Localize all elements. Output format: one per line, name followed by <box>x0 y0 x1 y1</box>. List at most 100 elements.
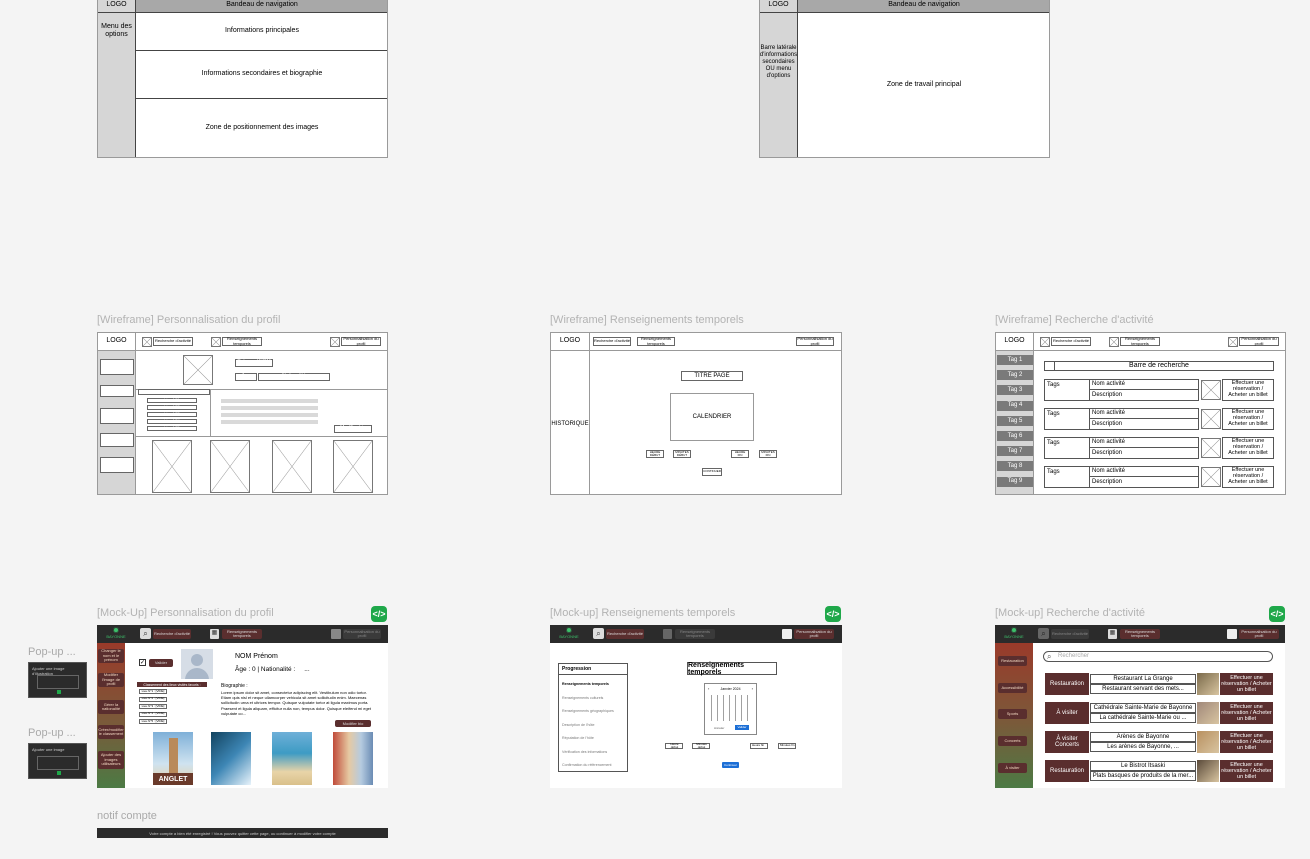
prev-month-icon[interactable]: ‹ <box>708 686 709 691</box>
tag-button[interactable]: Tag 7 <box>997 446 1033 457</box>
nav-button-profile[interactable]: Personnalisation du profil <box>1239 629 1279 639</box>
booking-button[interactable]: Effectuer une réservation / Acheter un b… <box>1222 379 1274 401</box>
nav-button-temporal[interactable]: Renseignements temporels <box>675 629 715 639</box>
place-item[interactable]: Lieu N°5 <box>147 426 197 431</box>
place-item[interactable]: Lieu N°1 <box>147 398 197 403</box>
place-item[interactable]: Lieu N°3 <box>147 412 197 417</box>
cancel-button[interactable]: Annuler <box>714 726 724 730</box>
place-item[interactable]: Lieu N°3 : [VIDE] <box>139 704 167 709</box>
nav-button-search[interactable]: Recherche d'activité <box>606 629 644 639</box>
nav-button-profile[interactable]: Personnalisation du profil <box>343 629 381 639</box>
end-hour-field[interactable]: HEURE FIN <box>731 450 749 458</box>
popup-confirm-button[interactable] <box>57 690 61 694</box>
progress-step[interactable]: Renseignements géographiques <box>562 709 626 713</box>
progress-step[interactable]: Renseignements culturels <box>562 696 626 700</box>
side-button[interactable]: Créer/modifier le classement <box>100 433 134 447</box>
place-item[interactable]: Lieu N°4 : [VIDE] <box>139 711 167 717</box>
popup-confirm-button[interactable] <box>57 771 61 775</box>
day-grid[interactable] <box>711 695 752 721</box>
calendar-placeholder[interactable]: CALENDRIER <box>670 393 754 441</box>
nav-button-search[interactable]: Recherche d'activité <box>593 337 631 346</box>
place-item[interactable]: Lieu N°2 : [VIDE] <box>139 696 167 702</box>
category-button[interactable]: Sports <box>998 709 1027 719</box>
tag-button[interactable]: Tag 4 <box>997 400 1033 411</box>
nav-button-search[interactable]: Recherche d'activité <box>1051 337 1091 346</box>
ok-button[interactable]: Valider <box>735 725 749 730</box>
gallery-image-houses[interactable] <box>333 732 373 785</box>
place-item[interactable]: Lieu N°4 <box>147 419 197 424</box>
continue-button[interactable]: CONTINUER <box>702 468 722 476</box>
name-field[interactable]: Prénom / NOM <box>235 359 273 367</box>
nav-button-temporal[interactable]: Renseignements temporels <box>1120 629 1160 639</box>
popup-preview[interactable]: Ajouter une image d'illustration <box>28 662 87 698</box>
nav-button-profile[interactable]: Personnalisation du profil <box>341 337 381 346</box>
nav-button-search[interactable]: Recherche d'activité <box>1051 629 1089 639</box>
age-field[interactable]: Âge <box>235 373 257 381</box>
booking-button[interactable]: Effectuer une réservation / Acheter un b… <box>1220 673 1273 695</box>
nav-button-temporal[interactable]: Renseignements temporels <box>637 337 675 346</box>
booking-button[interactable]: Effectuer une réservation / Acheter un b… <box>1220 702 1273 724</box>
popup-dropzone[interactable] <box>37 675 79 689</box>
progress-step[interactable]: Renseignements temporels <box>562 682 626 686</box>
side-button[interactable]: Modifier l'image de profil <box>98 673 124 687</box>
nav-button-profile[interactable]: Personnalisation du profil <box>796 337 834 346</box>
side-button[interactable]: Changer le nom et le prénom <box>98 649 124 663</box>
activity-image[interactable] <box>1197 731 1219 753</box>
side-button[interactable]: Sélectionner la nationalité <box>100 385 134 397</box>
wireframe-profile[interactable]: LOGO Recherche d'activité Renseignements… <box>97 332 388 495</box>
tag-button[interactable]: Tag 5 <box>997 415 1033 426</box>
side-button[interactable]: Gérer la nationalité <box>98 700 124 714</box>
start-minute-field[interactable]: MINUTES DÉBUT <box>673 450 691 458</box>
mockup-search[interactable]: ✹ BAYONNE ⌕ Recherche d'activité ▦ Rensei… <box>995 625 1285 788</box>
booking-button[interactable]: Effectuer une réservation / Acheter un b… <box>1222 408 1274 430</box>
place-item[interactable]: Lieu N°2 <box>147 405 197 410</box>
booking-button[interactable]: Effectuer une réservation / Acheter un b… <box>1220 760 1273 782</box>
next-month-icon[interactable]: › <box>752 686 753 691</box>
category-button[interactable]: Accessibilité <box>998 683 1027 693</box>
continue-button[interactable]: Continuer <box>722 762 739 768</box>
tag-button[interactable]: Tag 6 <box>997 431 1033 441</box>
popup-dropzone[interactable] <box>37 756 79 770</box>
side-button[interactable]: Modifier image profil <box>100 408 134 424</box>
layout-frame-workspace[interactable]: LOGO Bandeau de navigation Barre latéral… <box>759 0 1050 158</box>
tag-button[interactable]: Tag 8 <box>997 461 1033 472</box>
activity-image[interactable] <box>1197 760 1219 782</box>
search-bar[interactable]: Barre de recherche <box>1044 361 1274 371</box>
tag-button[interactable]: Tag 3 <box>997 385 1033 396</box>
side-button[interactable]: Ajouter des images utilisateurs <box>98 751 124 769</box>
layout-frame-profile[interactable]: LOGO Bandeau de navigation Menu des opti… <box>97 0 388 158</box>
code-icon[interactable]: </> <box>1269 606 1285 622</box>
progress-step[interactable]: Description de l'hôte <box>562 723 626 727</box>
edit-bio-button[interactable]: Modifier bio <box>334 425 372 433</box>
progress-step[interactable]: Confirmation du référencement <box>562 763 626 767</box>
place-item[interactable]: Lieu N°1 : [VIDE] <box>139 689 167 694</box>
side-button[interactable]: Créer/modifier le classement <box>98 725 124 739</box>
nav-button-profile[interactable]: Personnalisation du profil <box>794 629 834 639</box>
category-button[interactable]: À visiter <box>998 763 1027 773</box>
progress-step[interactable]: Réputation de l'hôte <box>562 736 626 740</box>
side-button[interactable]: Modifier les informations principales <box>100 359 134 375</box>
side-button[interactable]: Ajouter des images utilisateurs <box>100 457 134 473</box>
checkbox[interactable]: ✓ <box>139 659 146 666</box>
mockup-profile[interactable]: ✹ BAYONNE ⌕ Recherche d'activité ▦ Rensei… <box>97 625 388 788</box>
avatar[interactable] <box>181 649 213 679</box>
tag-button[interactable]: Tag 2 <box>997 370 1033 381</box>
popup-preview[interactable]: Ajouter une image <box>28 743 87 779</box>
start-minute-field[interactable]: Minutes début <box>692 742 710 749</box>
category-button[interactable]: Concerts <box>998 736 1027 746</box>
search-input[interactable]: ⌕ Rechercher <box>1043 651 1273 662</box>
end-minute-field[interactable]: Minutes fin <box>778 743 796 749</box>
progress-step[interactable]: Vérification des informations <box>562 750 626 754</box>
activity-image[interactable] <box>1197 673 1219 695</box>
tag-button[interactable]: Tag 9 <box>997 476 1033 487</box>
tag-button[interactable]: Tag 1 <box>997 355 1033 365</box>
edit-bio-button[interactable]: Modifier bio <box>335 720 371 727</box>
place-item[interactable]: Lieu N°5 : [VIDE] <box>139 719 167 724</box>
nav-button-temporal[interactable]: Renseignements temporels <box>1120 337 1160 346</box>
gallery-image-lighthouse[interactable]: ANGLET <box>153 732 193 785</box>
gallery-image-surfer[interactable] <box>211 732 251 785</box>
nav-button-search[interactable]: Recherche d'activité <box>153 337 193 346</box>
start-hour-field[interactable]: HEURE DÉBUT <box>646 450 664 458</box>
end-minute-field[interactable]: MINUTES FIN <box>759 450 777 458</box>
booking-button[interactable]: Effectuer une réservation / Acheter un b… <box>1222 466 1274 488</box>
